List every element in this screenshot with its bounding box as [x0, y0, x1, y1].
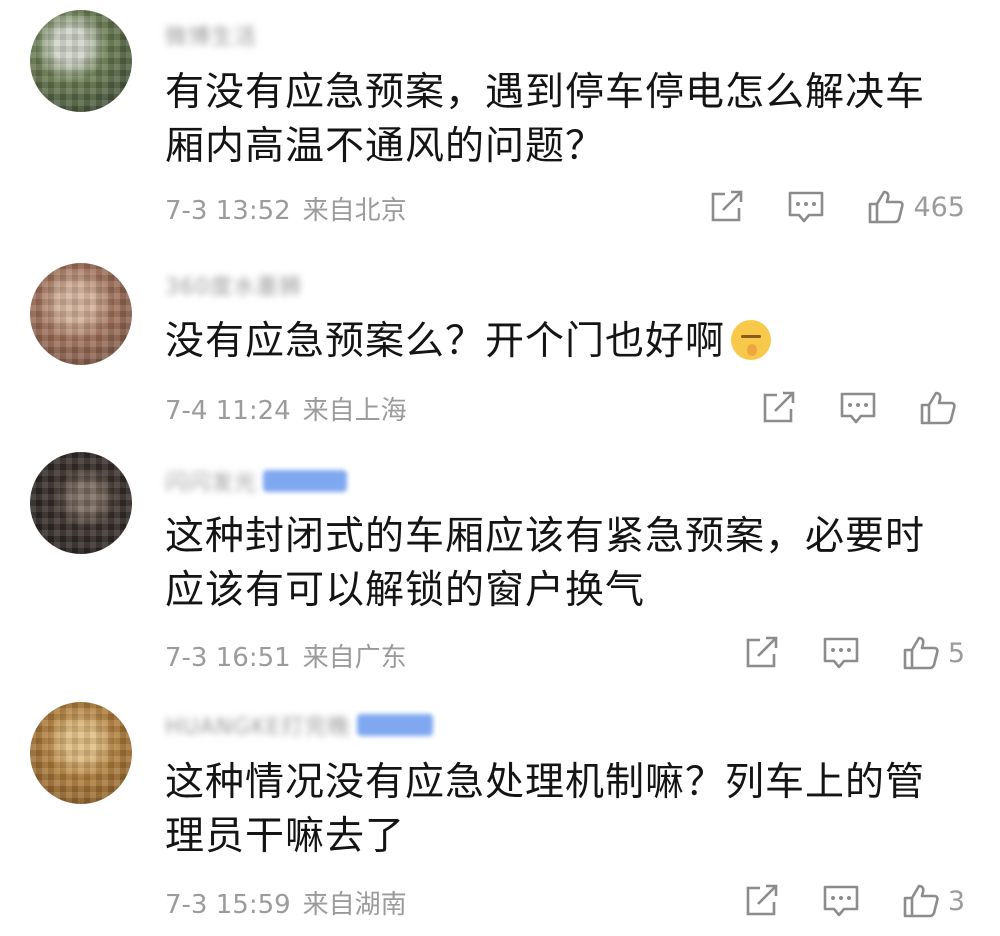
comment-item: 360度水墨狮 没有应急预案么？开个门也好啊 7-4 11:24 来自上海	[0, 240, 1000, 440]
reply-button[interactable]	[822, 884, 860, 918]
comment-line: 这种情况没有应急处理机制嘛？列车上的管	[165, 760, 926, 805]
like-button[interactable]: 5	[902, 635, 965, 671]
like-count: 465	[913, 191, 965, 223]
comment-item: 微博生活 有没有应急预案，遇到停车停电怎么解决车 厢内高温不通风的问题？ 7-3…	[0, 0, 1000, 230]
like-button[interactable]	[919, 390, 965, 426]
comment-actions	[719, 388, 965, 428]
like-button[interactable]: 3	[902, 883, 965, 919]
comment-item: 闪闪发光 这种封闭式的车厢应该有紧急预案，必要时 应该有可以解锁的窗户换气 7-…	[0, 440, 1000, 680]
avatar[interactable]	[30, 263, 132, 365]
avatar[interactable]	[30, 702, 132, 804]
comment-item: HUANGKE打完晚 这种情况没有应急处理机制嘛？列车上的管 理员干嘛去了 7-…	[0, 690, 1000, 936]
comment-line: 这种封闭式的车厢应该有紧急预案，必要时	[165, 514, 926, 559]
comment-actions: 3	[702, 881, 965, 921]
share-button[interactable]	[744, 636, 780, 670]
comment-location: 来自北京	[302, 196, 407, 226]
comment-location: 来自湖南	[302, 890, 407, 920]
comment-text: 这种封闭式的车厢应该有紧急预案，必要时 应该有可以解锁的窗户换气	[165, 510, 955, 618]
thumbs-up-icon	[902, 883, 940, 919]
comment-line: 厢内高温不通风的问题？	[165, 124, 606, 169]
comment-icon	[822, 636, 860, 670]
member-badge	[263, 470, 348, 492]
reply-button[interactable]	[839, 391, 877, 425]
reply-button[interactable]	[787, 190, 825, 224]
comment-meta: 7-4 11:24 来自上海	[165, 390, 407, 427]
comment-actions: 5	[702, 633, 965, 673]
username-text: 闪闪发光	[165, 471, 258, 496]
shush-emoji-icon	[731, 320, 772, 360]
username-text: 360度水墨狮	[165, 275, 302, 300]
username[interactable]: 360度水墨狮	[165, 272, 302, 300]
thumbs-up-icon	[902, 635, 940, 671]
comment-line: 应该有可以解锁的窗户换气	[165, 568, 646, 613]
username[interactable]: HUANGKE打完晚	[165, 712, 433, 740]
comment-actions: 465	[667, 187, 965, 227]
comment-line: 没有应急预案么？开个门也好啊	[165, 315, 955, 369]
avatar-pixelation	[30, 263, 132, 365]
comment-icon	[822, 884, 860, 918]
share-button[interactable]	[744, 884, 780, 918]
comment-icon	[839, 391, 877, 425]
comment-location: 来自上海	[302, 396, 407, 426]
comment-meta: 7-3 16:51 来自广东	[165, 637, 407, 674]
comment-time: 7-3 16:51	[165, 643, 291, 673]
comment-location: 来自广东	[302, 643, 407, 673]
like-button[interactable]: 465	[867, 189, 965, 225]
username-text: 微博生活	[165, 25, 258, 50]
comment-time: 7-3 15:59	[165, 890, 291, 920]
username[interactable]: 闪闪发光	[165, 468, 348, 496]
avatar-pixelation	[30, 10, 132, 112]
share-button[interactable]	[709, 190, 745, 224]
thumbs-up-icon	[867, 189, 905, 225]
like-count: 3	[947, 885, 965, 917]
comment-text: 没有应急预案么？开个门也好啊	[165, 315, 955, 369]
share-button[interactable]	[761, 391, 797, 425]
comment-meta: 7-3 13:52 来自北京	[165, 190, 407, 227]
comment-line: 有没有应急预案，遇到停车停电怎么解决车	[165, 70, 926, 115]
avatar-pixelation	[30, 452, 132, 554]
comment-meta: 7-3 15:59 来自湖南	[165, 884, 407, 921]
share-icon	[744, 636, 780, 670]
avatar[interactable]	[30, 452, 132, 554]
avatar[interactable]	[30, 10, 132, 112]
share-icon	[744, 884, 780, 918]
username-text: HUANGKE打完晚	[165, 715, 351, 740]
comment-time: 7-4 11:24	[165, 396, 291, 426]
comment-line: 理员干嘛去了	[165, 814, 406, 859]
comment-text: 有没有应急预案，遇到停车停电怎么解决车 厢内高温不通风的问题？	[165, 66, 955, 174]
share-icon	[761, 391, 797, 425]
comment-line-text: 没有应急预案么？开个门也好啊	[165, 319, 726, 364]
like-count: 5	[947, 637, 965, 669]
comment-text: 这种情况没有应急处理机制嘛？列车上的管 理员干嘛去了	[165, 756, 955, 864]
share-icon	[709, 190, 745, 224]
reply-button[interactable]	[822, 636, 860, 670]
member-badge	[356, 714, 433, 736]
thumbs-up-icon	[919, 390, 957, 426]
avatar-pixelation	[30, 702, 132, 804]
username[interactable]: 微博生活	[165, 22, 258, 50]
comment-icon	[787, 190, 825, 224]
comment-time: 7-3 13:52	[165, 196, 291, 226]
